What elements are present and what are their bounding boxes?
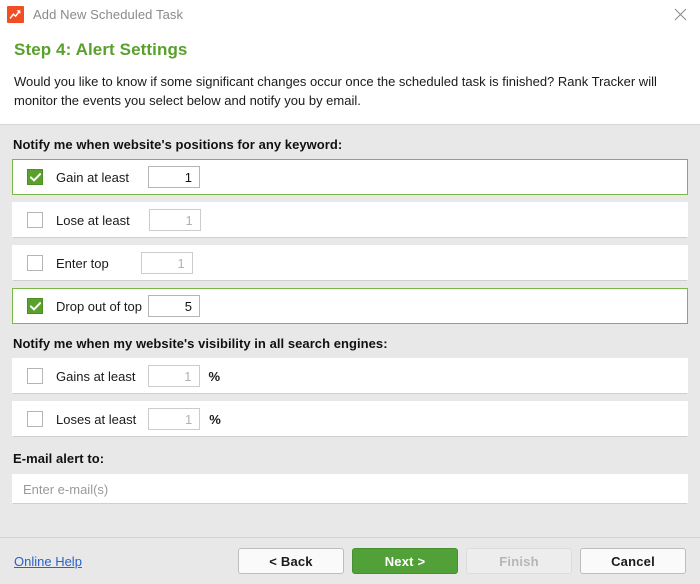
email-alert-input[interactable] — [12, 474, 688, 504]
email-section-label: E-mail alert to: — [13, 451, 105, 466]
positions-section-label: Notify me when website's positions for a… — [13, 137, 343, 152]
input-lose-at-least[interactable] — [148, 209, 201, 231]
rank-tracker-icon — [7, 5, 24, 23]
alert-row-enter-top[interactable]: Enter top — [12, 245, 688, 281]
checkbox-drop-out-of-top[interactable] — [27, 298, 43, 314]
alert-row-lose-at-least[interactable]: Lose at least — [12, 202, 688, 238]
add-scheduled-task-dialog: Add New Scheduled Task Step 4: Alert Set… — [0, 0, 700, 584]
dialog-body: Notify me when website's positions for a… — [0, 125, 700, 537]
page-title: Step 4: Alert Settings — [14, 40, 188, 59]
step-description: Would you like to know if some significa… — [14, 74, 657, 108]
online-help-link[interactable]: Online Help — [14, 554, 82, 569]
checkbox-gains-at-least[interactable] — [27, 368, 43, 384]
input-loses-at-least[interactable] — [148, 408, 201, 430]
window-title: Add New Scheduled Task — [33, 6, 184, 22]
alert-row-gains-at-least[interactable]: Gains at least % — [12, 358, 688, 394]
checkbox-loses-at-least[interactable] — [27, 411, 43, 427]
input-gain-at-least[interactable] — [148, 166, 200, 188]
alert-label-enter-top: Enter top — [56, 255, 109, 271]
checkbox-enter-top[interactable] — [27, 255, 43, 271]
alert-label-lose-at-least: Lose at least — [56, 212, 130, 228]
next-button[interactable]: Next > — [352, 548, 458, 574]
checkbox-gain-at-least[interactable] — [27, 169, 43, 185]
checkbox-lose-at-least[interactable] — [27, 212, 43, 228]
back-button[interactable]: < Back — [238, 548, 344, 574]
alert-label-gain-at-least: Gain at least — [56, 169, 129, 185]
visibility-section-label: Notify me when my website's visibility i… — [13, 336, 388, 351]
title-bar: Add New Scheduled Task — [0, 0, 700, 28]
input-enter-top[interactable] — [140, 252, 193, 274]
alert-label-loses-at-least: Loses at least — [56, 411, 137, 427]
close-icon[interactable] — [660, 0, 700, 28]
percent-sign-loses: % — [209, 411, 221, 427]
percent-sign-gains: % — [208, 368, 221, 384]
alert-row-loses-at-least[interactable]: Loses at least % — [12, 401, 688, 437]
cancel-button[interactable]: Cancel — [580, 548, 686, 574]
finish-button: Finish — [466, 548, 572, 574]
input-drop-out-of-top[interactable] — [148, 295, 200, 317]
alert-row-gain-at-least[interactable]: Gain at least — [12, 159, 688, 195]
alert-label-drop-out-of-top: Drop out of top — [56, 298, 142, 314]
alert-row-drop-out-of-top[interactable]: Drop out of top — [12, 288, 688, 324]
alert-label-gains-at-least: Gains at least — [56, 368, 136, 384]
dialog-footer: Online Help < Back Next > Finish Cancel — [0, 537, 700, 584]
input-gains-at-least[interactable] — [147, 365, 200, 387]
dialog-header: Step 4: Alert Settings Would you like to… — [0, 28, 700, 125]
footer-button-group: < Back Next > Finish Cancel — [238, 548, 686, 574]
